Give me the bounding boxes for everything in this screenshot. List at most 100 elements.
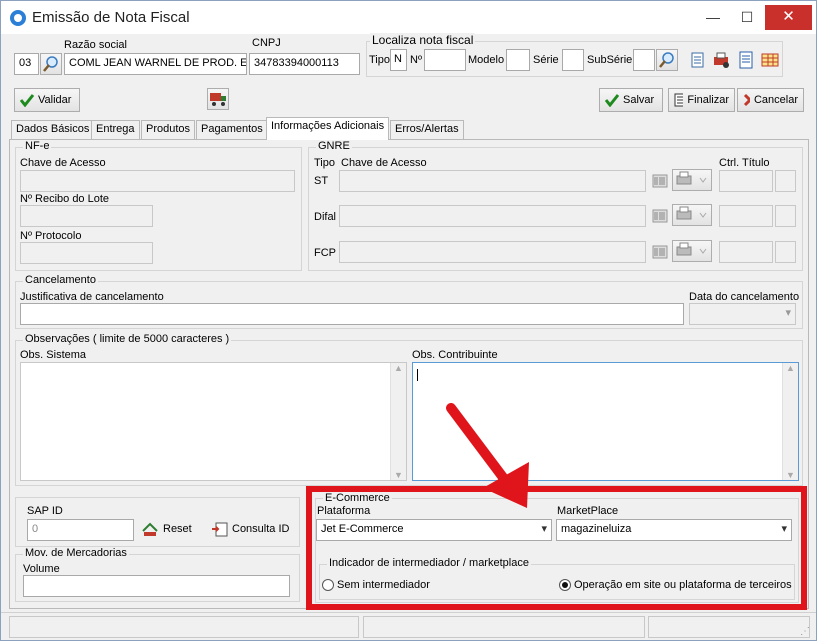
- resize-grip-icon[interactable]: ⋰: [800, 626, 810, 637]
- code-field[interactable]: 03: [14, 53, 39, 75]
- modelo-label: Modelo: [468, 54, 505, 66]
- chevron-down-icon: ▾: [541, 523, 547, 535]
- check-icon: [20, 94, 34, 107]
- salvar-button[interactable]: Salvar: [599, 88, 663, 112]
- tab-dados-basicos[interactable]: Dados Básicos: [11, 120, 95, 139]
- status-bar: ⋰: [1, 612, 816, 640]
- terceiros-label[interactable]: Operação em site ou plataforma de tercei…: [574, 579, 792, 591]
- check-icon: [605, 94, 619, 107]
- truck-button[interactable]: [207, 88, 229, 110]
- title-bar: Emissão de Nota Fiscal — ☐ ✕: [1, 1, 816, 34]
- marketplace-value: magazineluiza: [561, 523, 632, 535]
- gnre-st-extra-field: [775, 170, 796, 192]
- gnre-difal-print-button: [672, 204, 712, 226]
- finish-icon: [674, 93, 684, 107]
- razao-social-label: Razão social: [64, 39, 127, 51]
- truck-icon: [210, 93, 226, 106]
- red-arrow-annotation: [446, 403, 529, 508]
- chevron-down-icon: ▾: [785, 307, 791, 319]
- sem-intermediador-label[interactable]: Sem intermediador: [337, 579, 430, 591]
- finalizar-label: Finalizar: [687, 94, 729, 106]
- data-cancelamento-label: Data do cancelamento: [689, 291, 800, 303]
- tab-erros-alertas[interactable]: Erros/Alertas: [390, 120, 464, 139]
- cancelamento-title: Cancelamento: [23, 274, 98, 286]
- printer-icon: [676, 242, 707, 256]
- numero-label: Nº: [410, 54, 422, 66]
- tab-entrega[interactable]: Entrega: [91, 120, 140, 139]
- gnre-row-fcp-label: FCP: [314, 247, 336, 259]
- plataforma-select[interactable]: Jet E-Commerce ▾: [316, 519, 552, 541]
- obs-contribuinte-scrollbar[interactable]: ▲ ▼: [782, 363, 798, 480]
- tipo-field[interactable]: N: [390, 49, 407, 71]
- gnre-st-ctrl-field: [719, 170, 773, 192]
- nfe-title: NF-e: [23, 140, 52, 152]
- status-segment-2: [363, 616, 645, 638]
- tipo-label: Tipo: [369, 54, 390, 66]
- volume-label: Volume: [23, 563, 60, 575]
- volume-field[interactable]: [23, 575, 290, 597]
- barcode-icon: [652, 209, 668, 223]
- numero-field[interactable]: [424, 49, 466, 71]
- serie-field[interactable]: [562, 49, 584, 71]
- documents-icon[interactable]: [689, 51, 707, 69]
- print-red-icon[interactable]: [712, 51, 730, 69]
- report-icon[interactable]: [737, 51, 755, 69]
- finalizar-button[interactable]: Finalizar: [668, 88, 735, 112]
- gnre-ctrl-label: Ctrl. Título: [719, 157, 770, 169]
- obs-sistema-textarea[interactable]: [20, 362, 407, 481]
- status-segment-3: [648, 616, 810, 638]
- barcode-icon: [652, 245, 668, 259]
- cancelar-button[interactable]: Cancelar: [737, 88, 804, 112]
- cancelar-label: Cancelar: [753, 94, 798, 106]
- serie-label: Série: [533, 54, 559, 66]
- grid-icon[interactable]: [761, 51, 779, 69]
- chevron-down-icon: ▾: [781, 523, 787, 535]
- localiza-title: Localiza nota fiscal: [370, 33, 476, 47]
- recibo-lote-label: Nº Recibo do Lote: [20, 193, 110, 205]
- maximize-button[interactable]: ☐: [732, 5, 762, 31]
- gnre-chave-label: Chave de Acesso: [341, 157, 427, 169]
- radio-terceiros[interactable]: [559, 579, 571, 591]
- cnpj-field[interactable]: 34783394000113: [249, 53, 360, 75]
- close-button[interactable]: ✕: [765, 5, 812, 30]
- chave-acesso-field: [20, 170, 295, 192]
- razao-social-field[interactable]: COML JEAN WARNEL DE PROD. ESP.: [64, 53, 247, 75]
- radio-sem-intermediador[interactable]: [322, 579, 334, 591]
- justificativa-field[interactable]: [20, 303, 684, 325]
- reset-button[interactable]: Reset: [141, 521, 192, 537]
- plataforma-label: Plataforma: [317, 505, 371, 517]
- scroll-up-icon: ▲: [394, 363, 403, 373]
- validar-button[interactable]: Validar: [14, 88, 80, 112]
- subserie-field[interactable]: [633, 49, 655, 71]
- sap-id-field[interactable]: 0: [27, 519, 134, 541]
- minimize-button[interactable]: —: [698, 5, 728, 31]
- consulta-id-button[interactable]: Consulta ID: [211, 521, 289, 537]
- gnre-fcp-print-button: [672, 240, 712, 262]
- gnre-fcp-ctrl-field: [719, 241, 773, 263]
- tab-produtos[interactable]: Produtos: [141, 120, 196, 139]
- scroll-up-icon: ▲: [786, 363, 795, 373]
- gnre-fcp-chave-field: [339, 241, 646, 263]
- tab-informacoes-adicionais[interactable]: Informações Adicionais: [266, 117, 390, 140]
- window-title: Emissão de Nota Fiscal: [32, 9, 190, 26]
- consulta-icon: [212, 522, 228, 537]
- status-segment-1: [9, 616, 359, 638]
- gnre-tipo-label: Tipo: [314, 157, 335, 169]
- tab-pagamentos[interactable]: Pagamentos: [196, 120, 268, 139]
- mov-title: Mov. de Mercadorias: [23, 547, 129, 559]
- recibo-lote-field: [20, 205, 153, 227]
- search-company-button[interactable]: [40, 53, 62, 75]
- x-icon: [743, 93, 750, 107]
- gnre-difal-chave-field: [339, 205, 646, 227]
- search-nota-button[interactable]: [656, 49, 678, 71]
- indicador-title: Indicador de intermediador / marketplace: [327, 557, 531, 569]
- marketplace-select[interactable]: magazineluiza ▾: [556, 519, 792, 541]
- obs-sistema-label: Obs. Sistema: [20, 349, 87, 361]
- observacoes-title: Observações ( limite de 5000 caracteres …: [23, 333, 232, 345]
- sap-id-label: SAP ID: [27, 505, 63, 517]
- obs-sistema-scrollbar[interactable]: ▲ ▼: [390, 363, 406, 480]
- scroll-down-icon: ▼: [394, 470, 403, 480]
- ecommerce-title: E-Commerce: [323, 492, 392, 504]
- validar-label: Validar: [38, 94, 72, 106]
- modelo-field[interactable]: [506, 49, 530, 71]
